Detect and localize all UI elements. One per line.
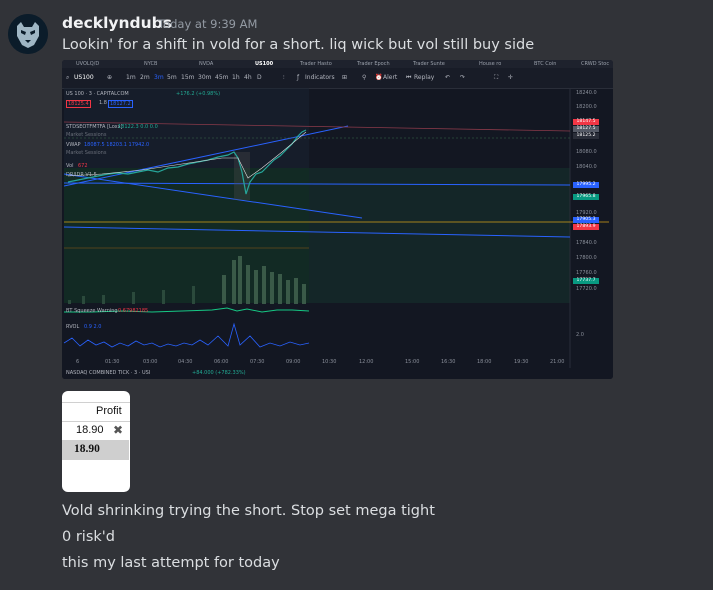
ask-price[interactable]: 18127.2 bbox=[108, 100, 133, 108]
price-axis-label: 17920.0 bbox=[576, 210, 597, 216]
time-axis-label: 01:30 bbox=[105, 359, 120, 365]
time-axis-label: 12:00 bbox=[359, 359, 374, 365]
chart-title: US 100 · 3 · CAPITALCOM bbox=[66, 91, 129, 97]
time-axis-label: 18:00 bbox=[477, 359, 492, 365]
rvol-legend[interactable]: RVOL bbox=[66, 324, 79, 330]
vwap-values: 18087.5 18203.1 17942.0 bbox=[84, 142, 150, 148]
spread: 1.8 bbox=[99, 100, 107, 106]
message-line-4: this my last attempt for today bbox=[62, 555, 280, 571]
time-axis-label: 21:00 bbox=[550, 359, 565, 365]
vol-value: 672 bbox=[78, 163, 88, 169]
squeeze-value: 0.67982185 bbox=[118, 308, 149, 314]
username[interactable]: decklyndubs bbox=[62, 14, 172, 32]
message-line-2: Vold shrinking trying the short. Stop se… bbox=[62, 503, 435, 519]
price-axis-label: 17840.0 bbox=[576, 240, 597, 246]
message-line-3: 0 risk'd bbox=[62, 529, 115, 545]
message-timestamp: Today at 9:39 AM bbox=[158, 17, 258, 31]
price-change: +176.2 (+0.98%) bbox=[176, 91, 221, 97]
profit-header: Profit bbox=[96, 405, 122, 417]
profit-card-image[interactable]: Profit 18.90 ✖ 18.90 bbox=[62, 391, 130, 492]
indicator-legend[interactable]: STDSEOTFMTFA [Loxx] bbox=[66, 124, 123, 130]
price-badge: 17965.8 bbox=[573, 194, 599, 200]
message-line-1: Lookin' for a shift in vold for a short.… bbox=[62, 37, 535, 53]
indicator-values: 18122.3 0.0 0.0 bbox=[118, 124, 158, 130]
time-axis-label: 6 bbox=[76, 359, 80, 365]
user-avatar[interactable] bbox=[8, 14, 48, 54]
highlight-box bbox=[234, 152, 250, 200]
close-icon: ✖ bbox=[113, 423, 124, 437]
squeeze-legend[interactable]: BT Squeeze Warning bbox=[66, 308, 118, 314]
price-badge: 17905.3 bbox=[573, 217, 599, 223]
time-axis-label: 15:00 bbox=[405, 359, 420, 365]
time-axis-label: 03:00 bbox=[143, 359, 158, 365]
market-sessions-legend[interactable]: Market Sessions bbox=[66, 150, 106, 156]
vol-legend[interactable]: Vol bbox=[66, 163, 73, 169]
price-badge: 18147.5 bbox=[573, 119, 599, 125]
price-axis-label: 18240.0 bbox=[576, 90, 597, 96]
bear-logo-icon bbox=[8, 14, 48, 54]
price-axis-label: 17800.0 bbox=[576, 255, 597, 261]
price-axis-label: 18200.0 bbox=[576, 104, 597, 110]
price-chart[interactable] bbox=[62, 60, 613, 379]
chart-screenshot[interactable]: UVOLQ/D NYCB NVDA US100 Trader Hasto Tra… bbox=[62, 60, 613, 379]
market-sessions-legend[interactable]: Market Sessions bbox=[66, 132, 106, 138]
profit-value: 18.90 bbox=[76, 424, 104, 436]
chart-footer: NASDAQ COMBINED TICK · 3 · USI +84.000 (… bbox=[62, 368, 613, 379]
session-box bbox=[309, 168, 570, 303]
price-badge: 17893.9 bbox=[573, 224, 599, 230]
price-badge: 18125.2 bbox=[573, 133, 599, 139]
price-badge: 17737.7 bbox=[573, 278, 599, 284]
price-axis-label: 17720.0 bbox=[576, 286, 597, 292]
price-axis-label: 18080.0 bbox=[576, 149, 597, 155]
price-badge: 17995.2 bbox=[573, 182, 599, 188]
price-badge: 18127.5 bbox=[573, 126, 599, 132]
time-axis-label: 16:30 bbox=[441, 359, 456, 365]
time-axis-label: 10:30 bbox=[322, 359, 337, 365]
bid-price[interactable]: 18125.4 bbox=[66, 100, 91, 108]
rvol-axis-label: 2.0 bbox=[576, 332, 584, 338]
time-axis-label: 06:00 bbox=[214, 359, 229, 365]
price-axis-label: 17760.0 bbox=[576, 270, 597, 276]
footer-value: +84.000 (+782.33%) bbox=[192, 370, 246, 376]
profit-total: 18.90 bbox=[74, 443, 100, 455]
price-axis-label: 18040.0 bbox=[576, 164, 597, 170]
time-axis-label: 04:30 bbox=[178, 359, 193, 365]
time-axis-label: 19:30 bbox=[514, 359, 529, 365]
drider-legend[interactable]: DR/IDR V1.5 bbox=[66, 172, 97, 178]
rvol-values: 0.9 2.0 bbox=[84, 324, 102, 330]
footer-legend[interactable]: NASDAQ COMBINED TICK · 3 · USI bbox=[66, 370, 150, 376]
time-axis-label: 07:30 bbox=[250, 359, 265, 365]
vwap-legend[interactable]: VWAP bbox=[66, 142, 81, 148]
time-axis-label: 09:00 bbox=[286, 359, 301, 365]
